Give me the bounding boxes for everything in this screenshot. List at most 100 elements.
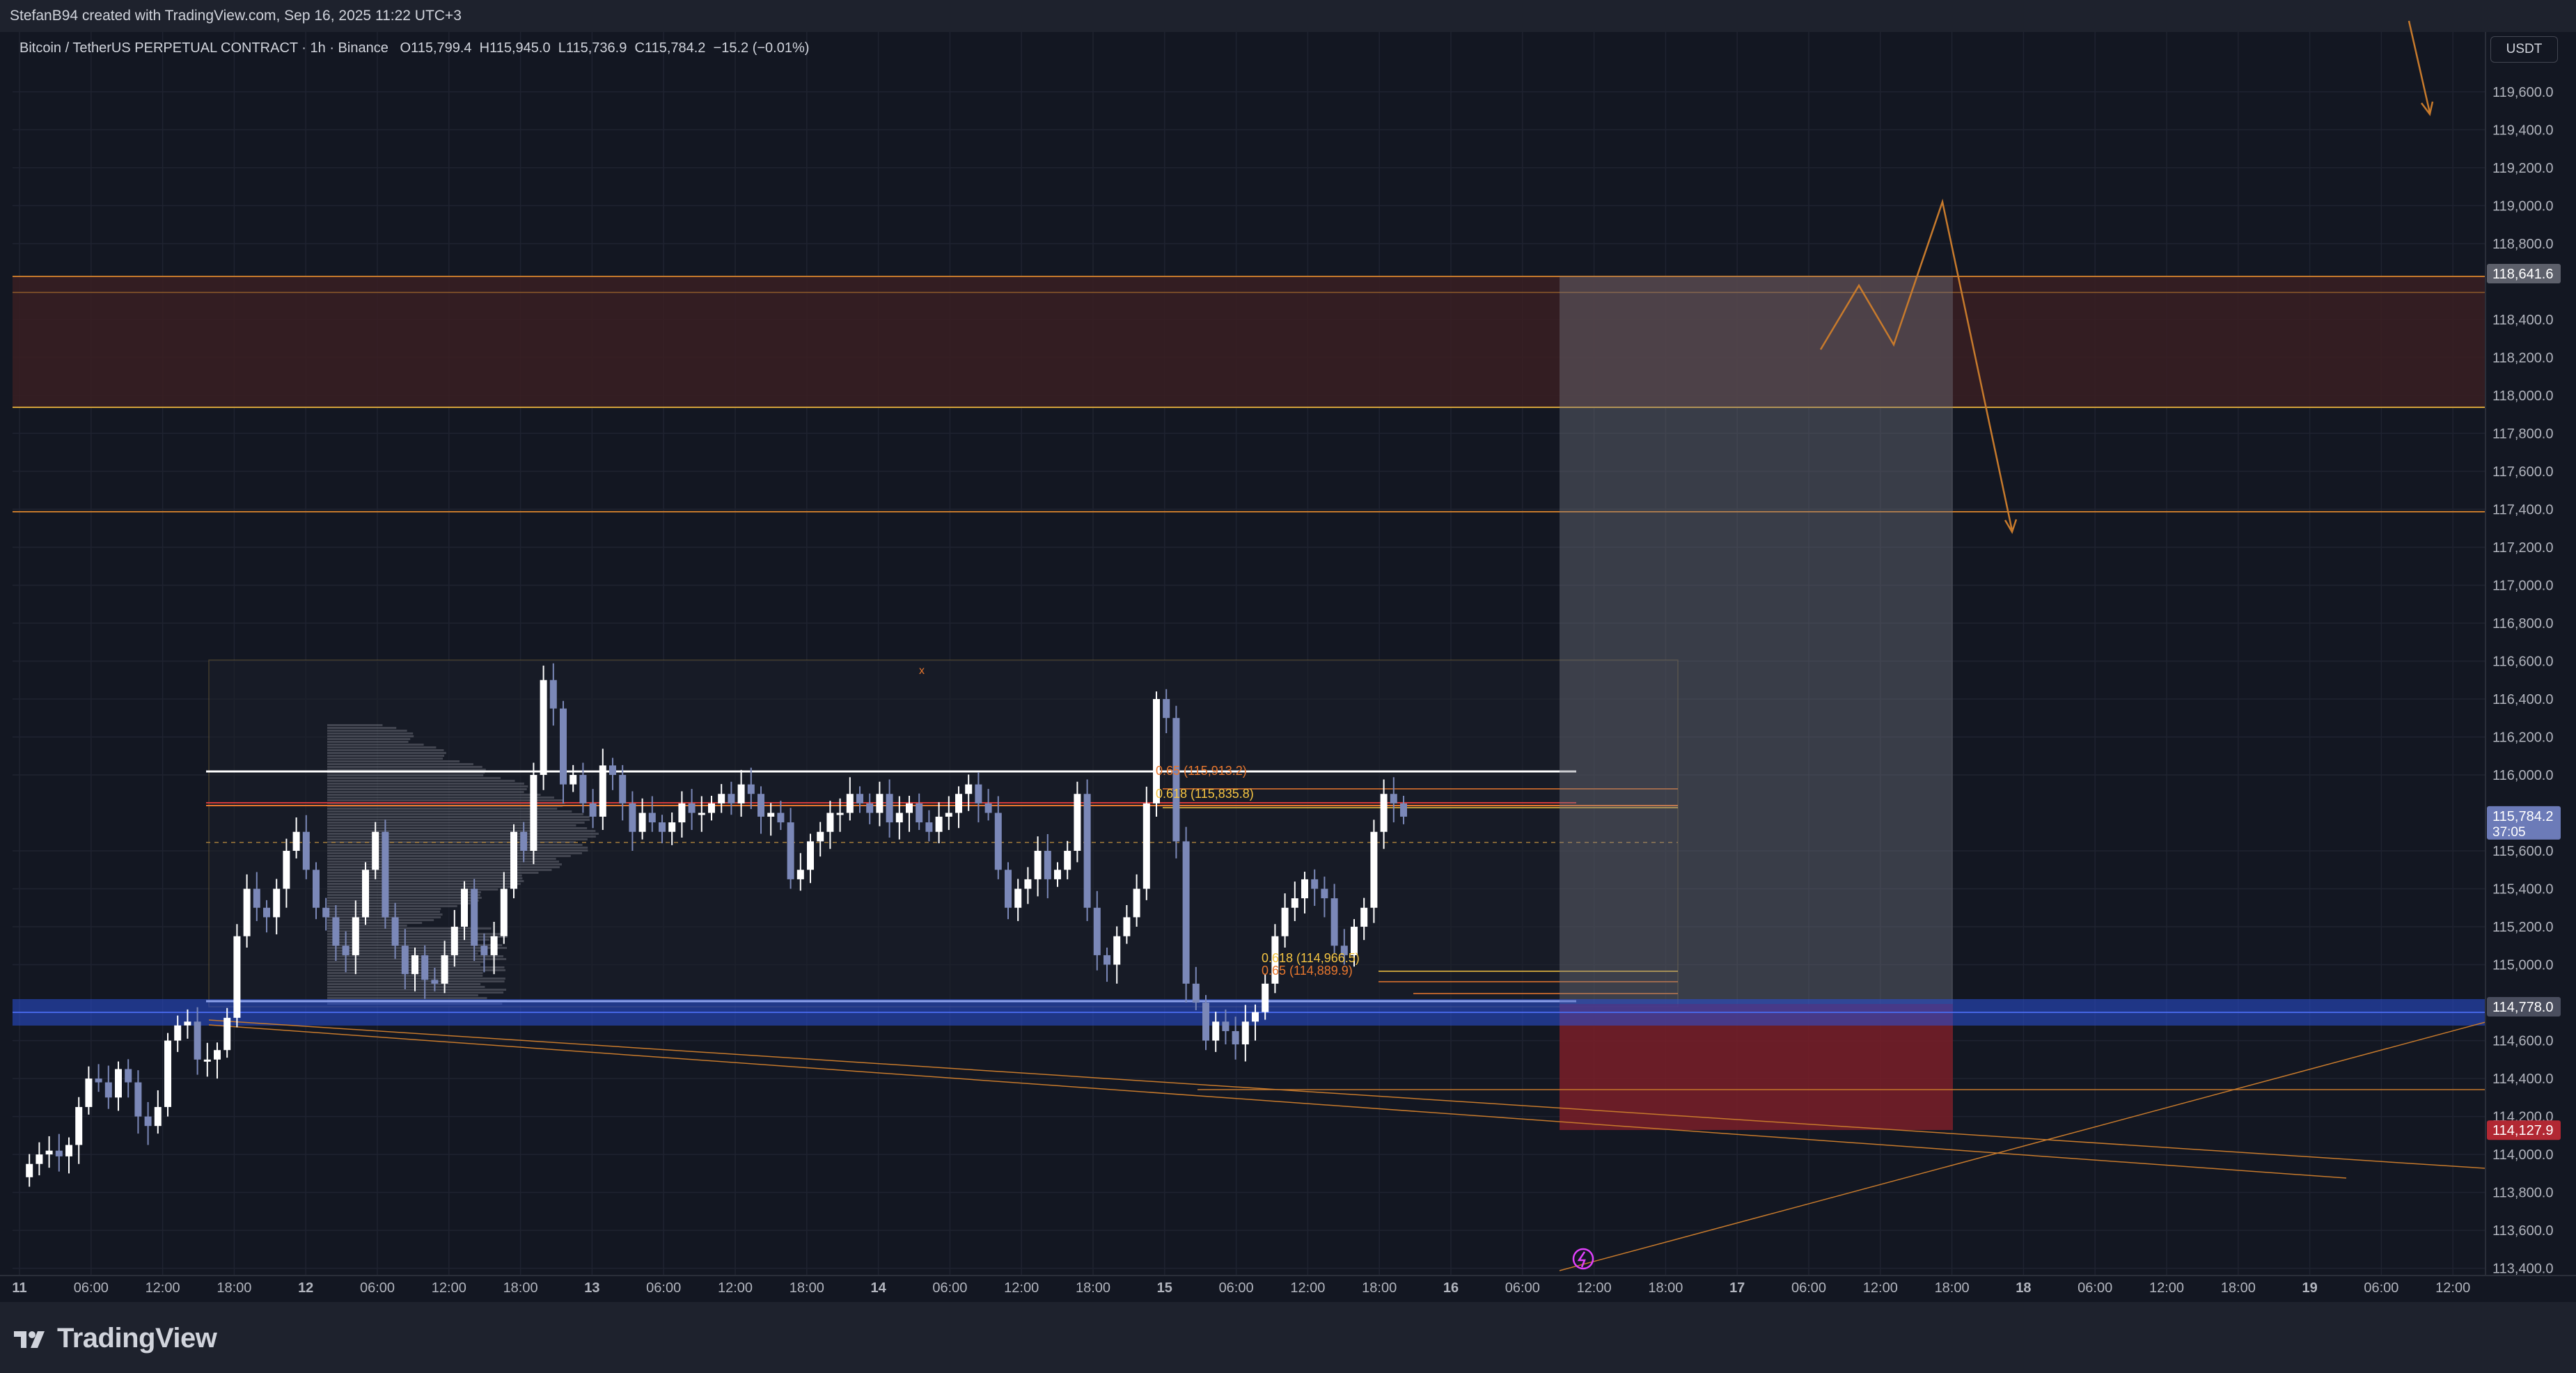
- candle-body[interactable]: [549, 680, 557, 709]
- candle-body[interactable]: [1202, 1003, 1209, 1041]
- candle-body[interactable]: [1311, 879, 1319, 889]
- candle-body[interactable]: [678, 803, 686, 823]
- candle-body[interactable]: [1262, 983, 1269, 1012]
- candle-body[interactable]: [322, 907, 330, 918]
- candle-body[interactable]: [1360, 907, 1368, 927]
- candle-body[interactable]: [520, 831, 528, 852]
- candle-body[interactable]: [1252, 1012, 1259, 1022]
- candle-body[interactable]: [1005, 870, 1012, 908]
- candle-body[interactable]: [1083, 794, 1091, 908]
- flash-icon[interactable]: [1572, 1248, 1594, 1270]
- candle-body[interactable]: [441, 955, 448, 984]
- candle-body[interactable]: [589, 803, 597, 817]
- candle-body[interactable]: [223, 1017, 231, 1051]
- candle-body[interactable]: [26, 1163, 33, 1177]
- candle-body[interactable]: [391, 917, 399, 946]
- candle-body[interactable]: [807, 841, 814, 870]
- candle-body[interactable]: [1163, 698, 1170, 719]
- candle-body[interactable]: [342, 946, 350, 955]
- position-profit-zone[interactable]: [1560, 276, 1953, 1004]
- candle-body[interactable]: [1123, 917, 1131, 936]
- candle-body[interactable]: [1142, 803, 1150, 889]
- trendline-b[interactable]: [208, 1024, 2347, 1179]
- candle-body[interactable]: [352, 917, 359, 955]
- candle-body[interactable]: [698, 813, 705, 815]
- candle-body[interactable]: [263, 907, 270, 918]
- candle-body[interactable]: [421, 955, 429, 980]
- candle-body[interactable]: [570, 775, 577, 785]
- candle-body[interactable]: [65, 1145, 72, 1156]
- candle-body[interactable]: [757, 794, 764, 817]
- candle-body[interactable]: [362, 870, 369, 918]
- candle-body[interactable]: [1024, 879, 1032, 889]
- trendline-a[interactable]: [208, 1019, 2486, 1169]
- candle-body[interactable]: [688, 803, 696, 813]
- candle-body[interactable]: [1390, 794, 1397, 803]
- candle-body[interactable]: [313, 870, 320, 908]
- candle-body[interactable]: [984, 803, 992, 813]
- projection-top-arrow[interactable]: [2408, 20, 2431, 113]
- candle-body[interactable]: [916, 803, 923, 823]
- candle-body[interactable]: [668, 822, 676, 832]
- candle-body[interactable]: [619, 775, 627, 803]
- candle-body[interactable]: [629, 803, 636, 832]
- candle-body[interactable]: [500, 888, 508, 936]
- candle-body[interactable]: [1321, 888, 1328, 899]
- candle-body[interactable]: [510, 831, 517, 889]
- candle-body[interactable]: [856, 794, 863, 803]
- candle-body[interactable]: [95, 1078, 102, 1083]
- candle-body[interactable]: [1093, 907, 1101, 955]
- symbol-legend[interactable]: Bitcoin / TetherUS PERPETUAL CONTRACT · …: [19, 40, 809, 56]
- candle-body[interactable]: [134, 1082, 142, 1117]
- candle-body[interactable]: [836, 813, 844, 815]
- candle-body[interactable]: [174, 1025, 182, 1041]
- candle-body[interactable]: [1241, 1021, 1249, 1045]
- candle-body[interactable]: [1301, 879, 1308, 899]
- candle-body[interactable]: [965, 784, 973, 794]
- candle-body[interactable]: [401, 946, 409, 975]
- candle-body[interactable]: [787, 822, 794, 879]
- candle-body[interactable]: [728, 794, 735, 803]
- candle-body[interactable]: [579, 775, 587, 803]
- candle-body[interactable]: [461, 888, 468, 927]
- candle-body[interactable]: [906, 803, 913, 813]
- candle-body[interactable]: [846, 794, 854, 813]
- candle-body[interactable]: [144, 1116, 152, 1127]
- candle-body[interactable]: [75, 1106, 83, 1145]
- candle-body[interactable]: [895, 813, 903, 823]
- candle-body[interactable]: [817, 831, 824, 842]
- price-axis[interactable]: 119,600.0 119,400.0 119,200.0 119,000.0 118,…: [2487, 85, 2561, 1277]
- candle-body[interactable]: [659, 822, 666, 832]
- candle-body[interactable]: [1380, 794, 1388, 832]
- candle-body[interactable]: [1192, 983, 1200, 1003]
- candle-body[interactable]: [431, 980, 439, 984]
- currency-button[interactable]: USDT: [2490, 36, 2558, 63]
- candle-body[interactable]: [45, 1150, 53, 1155]
- candle-body[interactable]: [1064, 851, 1071, 870]
- candle-body[interactable]: [1330, 898, 1338, 946]
- candle-body[interactable]: [411, 955, 418, 975]
- candle-body[interactable]: [866, 803, 874, 813]
- candle-body[interactable]: [332, 917, 340, 946]
- candle-body[interactable]: [886, 794, 893, 823]
- candle-body[interactable]: [1222, 1021, 1230, 1031]
- candle-body[interactable]: [1232, 1030, 1239, 1045]
- candle-body[interactable]: [708, 803, 715, 813]
- candle-body[interactable]: [1212, 1021, 1220, 1041]
- resistance-zone[interactable]: [13, 276, 2485, 407]
- candle-body[interactable]: [243, 888, 251, 936]
- candle-body[interactable]: [975, 784, 982, 803]
- candle-body[interactable]: [490, 936, 498, 955]
- candle-body[interactable]: [184, 1021, 191, 1026]
- candle-body[interactable]: [767, 813, 775, 817]
- candle-body[interactable]: [104, 1082, 112, 1098]
- candle-body[interactable]: [125, 1069, 132, 1083]
- candle-body[interactable]: [372, 831, 379, 870]
- candle-body[interactable]: [382, 831, 389, 918]
- candle-body[interactable]: [1074, 794, 1081, 852]
- candle-body[interactable]: [1034, 851, 1042, 879]
- candle-body[interactable]: [560, 708, 567, 785]
- candle-body[interactable]: [36, 1154, 43, 1164]
- candle-body[interactable]: [925, 822, 933, 832]
- candle-body[interactable]: [164, 1040, 171, 1107]
